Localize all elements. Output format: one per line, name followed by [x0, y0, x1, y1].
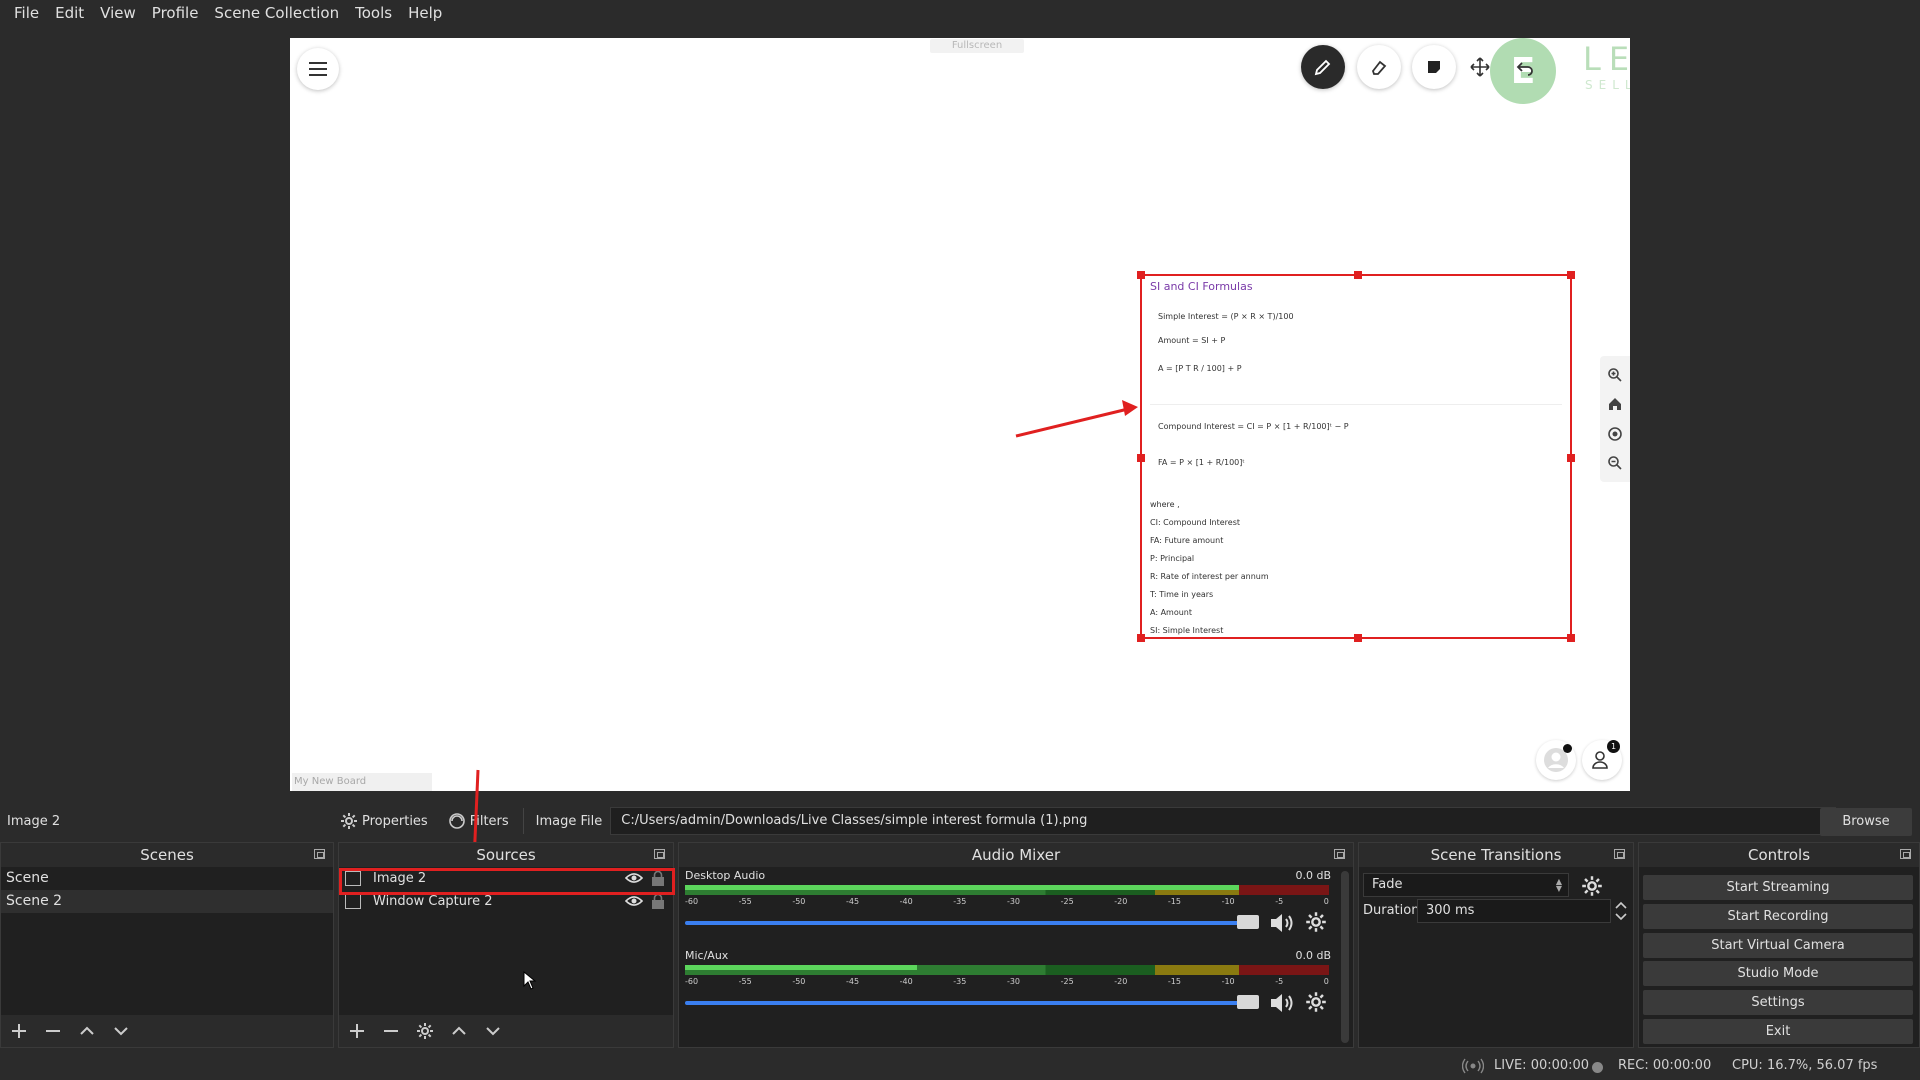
gear-icon: [417, 1023, 433, 1039]
mouse-cursor-icon: [523, 971, 537, 990]
add-source-button[interactable]: [345, 1019, 369, 1043]
duration-stepper-icon[interactable]: [1613, 899, 1629, 923]
duration-input[interactable]: 300 ms: [1417, 899, 1611, 923]
scenes-header: Scenes: [1, 843, 333, 867]
settings-button[interactable]: Settings: [1643, 990, 1913, 1015]
mixer-scrollbar[interactable]: [1341, 871, 1349, 1043]
chevron-down-icon: [486, 1027, 500, 1036]
chevron-up-icon: [452, 1026, 466, 1035]
speaker-icon[interactable]: [1269, 911, 1297, 935]
gear-icon[interactable]: [1305, 991, 1327, 1013]
move-scene-up-button[interactable]: [75, 1019, 99, 1043]
exit-button[interactable]: Exit: [1643, 1019, 1913, 1044]
undock-icon[interactable]: [654, 849, 665, 859]
rec-timer: REC: 00:00:00: [1618, 1058, 1712, 1073]
minus-icon: [384, 1030, 398, 1032]
source-name: Window Capture 2: [373, 894, 493, 909]
status-bar: LIVE: 00:00:00 REC: 00:00:00 CPU: 16.7%,…: [0, 1052, 1920, 1080]
scenes-dock: Scenes Scene Scene 2: [0, 842, 334, 1048]
controls-dock: Controls Start Streaming Start Recording…: [1638, 842, 1920, 1048]
transitions-title: Scene Transitions: [1430, 846, 1562, 864]
start-streaming-button[interactable]: Start Streaming: [1643, 875, 1913, 900]
duration-label: Duration: [1363, 903, 1420, 918]
volume-slider[interactable]: [685, 1001, 1255, 1005]
live-timer: LIVE: 00:00:00: [1494, 1058, 1590, 1073]
broadcast-icon: [1462, 1058, 1484, 1074]
scene-item[interactable]: Scene: [1, 867, 333, 890]
mixer-channel-desktop: Desktop Audio 0.0 dB -60 -55 -50 -45 -40 -35-…: [679, 867, 1353, 947]
mixer-title: Audio Mixer: [971, 846, 1061, 864]
gear-icon[interactable]: [1305, 911, 1327, 933]
select-arrows-icon: ▲ ▼: [1555, 877, 1562, 893]
volume-slider[interactable]: [685, 921, 1255, 925]
undock-icon[interactable]: [1614, 849, 1625, 859]
scene-item[interactable]: Scene 2: [1, 890, 333, 913]
mixer-header: Audio Mixer: [679, 843, 1353, 867]
start-virtual-camera-button[interactable]: Start Virtual Camera: [1643, 933, 1913, 958]
scene-transitions-dock: Scene Transitions Fade ▲ ▼ Duration 300 m…: [1358, 842, 1634, 1048]
sources-toolbar: [339, 1015, 673, 1047]
undock-icon[interactable]: [1900, 849, 1911, 859]
volume-slider-knob[interactable]: [1237, 995, 1259, 1009]
plus-icon: [12, 1024, 26, 1038]
window-capture-icon: [345, 894, 361, 909]
studio-mode-button[interactable]: Studio Mode: [1643, 961, 1913, 986]
sources-title: Sources: [476, 846, 536, 864]
scenes-toolbar: [1, 1015, 333, 1047]
meter-scale: -60 -55 -50 -45 -40 -35 -30 -25 -20 -15 -10 -5 0: [685, 977, 1329, 986]
remove-source-button[interactable]: [379, 1019, 403, 1043]
channel-db: 0.0 dB: [1295, 869, 1331, 882]
speaker-icon[interactable]: [1269, 991, 1297, 1015]
move-scene-down-button[interactable]: [109, 1019, 133, 1043]
chevron-down-icon: [114, 1027, 128, 1036]
record-indicator-icon: [1592, 1062, 1603, 1073]
audio-mixer-dock: Audio Mixer Desktop Audio 0.0 dB -60 -55-…: [678, 842, 1354, 1048]
volume-slider-knob[interactable]: [1237, 915, 1259, 929]
transitions-header: Scene Transitions: [1359, 843, 1633, 867]
undock-icon[interactable]: [1334, 849, 1345, 859]
minus-icon: [46, 1030, 60, 1032]
transition-select[interactable]: Fade ▲ ▼: [1363, 873, 1569, 897]
mixer-channel-mic: Mic/Aux 0.0 dB -60 -55 -50 -45 -40 -35 -30 -25-…: [679, 947, 1353, 1027]
gear-icon[interactable]: [1581, 875, 1603, 897]
chevron-up-icon: [80, 1026, 94, 1035]
move-source-up-button[interactable]: [447, 1019, 471, 1043]
channel-db: 0.0 dB: [1295, 949, 1331, 962]
scenes-title: Scenes: [140, 846, 194, 864]
sources-header: Sources: [339, 843, 673, 867]
move-source-down-button[interactable]: [481, 1019, 505, 1043]
remove-scene-button[interactable]: [41, 1019, 65, 1043]
channel-name: Mic/Aux: [685, 949, 729, 962]
start-recording-button[interactable]: Start Recording: [1643, 904, 1913, 929]
source-properties-button[interactable]: [413, 1019, 437, 1043]
visibility-eye-icon[interactable]: [625, 894, 643, 908]
volume-meter: [685, 965, 1329, 975]
cpu-fps-readout: CPU: 16.7%, 56.07 fps: [1732, 1058, 1878, 1073]
lock-icon[interactable]: [651, 894, 665, 909]
volume-meter: [685, 885, 1329, 895]
meter-scale: -60 -55 -50 -45 -40 -35 -30 -25 -20 -15 -10 -5 0: [685, 897, 1329, 906]
controls-header: Controls: [1639, 843, 1919, 867]
channel-name: Desktop Audio: [685, 869, 766, 882]
source-highlight-annotation: [339, 868, 675, 895]
add-scene-button[interactable]: [7, 1019, 31, 1043]
transition-selected: Fade: [1372, 877, 1403, 892]
undock-icon[interactable]: [314, 849, 325, 859]
controls-title: Controls: [1747, 846, 1811, 864]
plus-icon: [350, 1024, 364, 1038]
